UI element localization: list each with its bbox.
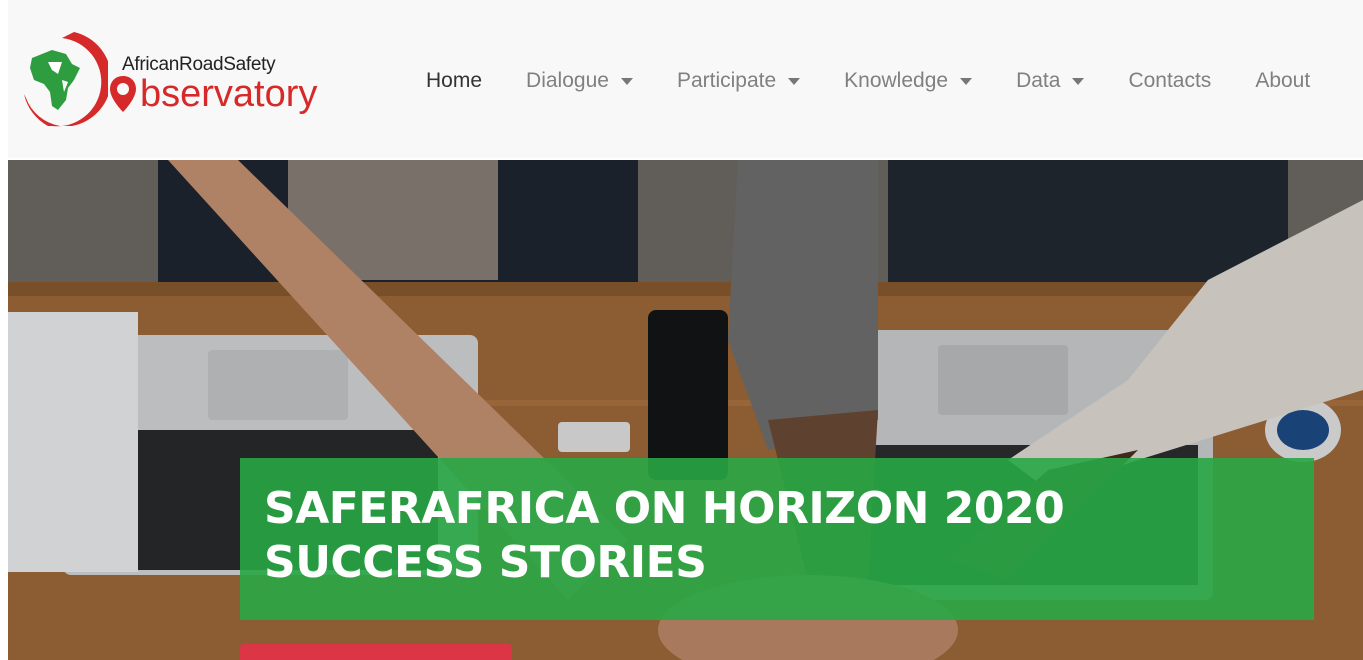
caret-down-icon <box>1072 77 1085 85</box>
nav-home[interactable]: Home <box>412 58 496 104</box>
logo-wordmark-text: bservatory <box>140 73 318 115</box>
nav-dialogue-label: Dialogue <box>526 69 609 92</box>
nav-about-label: About <box>1255 69 1311 92</box>
nav-data-label: Data <box>1016 69 1061 92</box>
hero-title: SAFERAFRICA ON HORIZON 2020 SUCCESS STOR… <box>264 483 1065 588</box>
caret-down-icon <box>788 77 801 85</box>
hero-caption-banner: SAFERAFRICA ON HORIZON 2020 SUCCESS STOR… <box>240 458 1314 620</box>
nav-about[interactable]: About <box>1241 58 1324 104</box>
caret-down-icon <box>620 77 633 85</box>
nav-home-label: Home <box>426 69 483 92</box>
main-nav: Home Dialogue Participate Knowledge Data… <box>412 58 1324 104</box>
location-pin-icon <box>110 76 136 112</box>
nav-participate[interactable]: Participate <box>663 58 814 104</box>
logo-wordmark: bservatory <box>108 70 317 118</box>
nav-contacts-label: Contacts <box>1128 69 1212 92</box>
nav-knowledge[interactable]: Knowledge <box>830 58 986 104</box>
hero-carousel[interactable]: SAFERAFRICA ON HORIZON 2020 SUCCESS STOR… <box>8 160 1363 660</box>
nav-knowledge-label: Knowledge <box>844 69 949 92</box>
site-header: AfricanRoadSafety bservatory Home Dialog… <box>8 0 1363 158</box>
hero-read-more-button[interactable] <box>240 644 512 660</box>
nav-participate-label: Participate <box>676 69 777 92</box>
nav-contacts[interactable]: Contacts <box>1114 58 1225 104</box>
site-logo[interactable]: AfricanRoadSafety bservatory <box>22 28 332 138</box>
africa-map-logo-icon <box>24 32 108 127</box>
nav-dialogue[interactable]: Dialogue <box>512 58 647 104</box>
nav-data[interactable]: Data <box>1002 58 1098 104</box>
caret-down-icon <box>960 77 973 85</box>
